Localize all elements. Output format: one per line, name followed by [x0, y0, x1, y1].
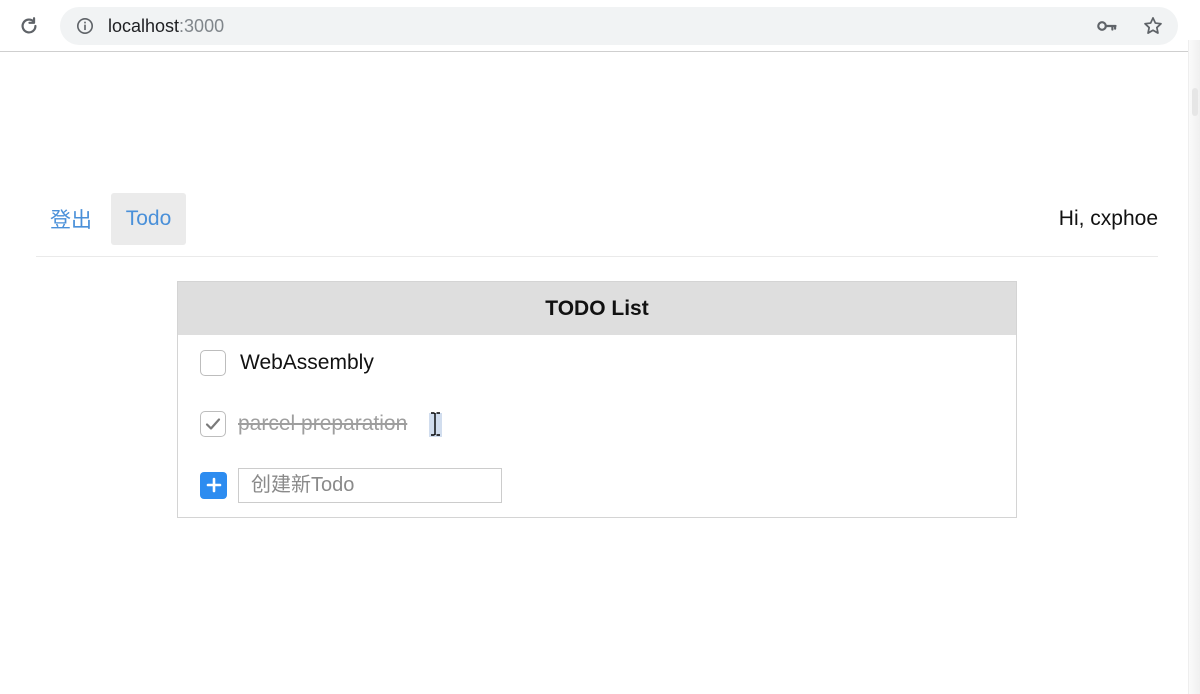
scrollbar-thumb[interactable] — [1192, 88, 1198, 116]
todo-panel-title: TODO List — [178, 282, 1016, 335]
app-navbar: 登出 Todo Hi, cxphoe — [36, 193, 1158, 257]
todo-checkbox[interactable] — [200, 350, 226, 376]
info-icon[interactable] — [76, 17, 94, 35]
todo-nav-link[interactable]: Todo — [111, 193, 186, 245]
todo-item-completed: parcel preparation — [200, 409, 442, 439]
new-todo-input[interactable] — [238, 467, 502, 503]
todo-item-text: WebAssembly — [240, 351, 374, 374]
url-host: localhost — [108, 16, 180, 36]
todo-checkbox-checked[interactable] — [200, 411, 226, 437]
url-port: :3000 — [179, 16, 225, 36]
reload-button[interactable] — [14, 12, 44, 40]
checkmark-icon — [205, 418, 221, 430]
key-icon[interactable] — [1096, 17, 1118, 35]
todo-item: WebAssembly — [200, 348, 374, 378]
user-greeting: Hi, cxphoe — [1058, 207, 1158, 230]
logout-link[interactable]: 登出 — [36, 193, 106, 245]
address-bar[interactable]: localhost:3000 — [60, 7, 1178, 45]
add-todo-button[interactable] — [200, 471, 227, 499]
plus-icon — [206, 477, 221, 493]
todo-item-text[interactable]: parcel preparation — [230, 412, 415, 436]
text-cursor-icon — [431, 412, 440, 436]
browser-toolbar: localhost:3000 — [0, 0, 1200, 52]
reload-icon — [21, 17, 37, 34]
url-text[interactable]: localhost:3000 — [108, 16, 224, 36]
window-edge — [1188, 40, 1200, 694]
new-todo-row — [200, 467, 502, 503]
star-icon[interactable] — [1142, 15, 1164, 37]
todo-panel: TODO List WebAssembly parcel preparation — [177, 281, 1017, 518]
page: localhost:3000 登出 Todo Hi, cxphoe TODO L… — [0, 0, 1200, 694]
